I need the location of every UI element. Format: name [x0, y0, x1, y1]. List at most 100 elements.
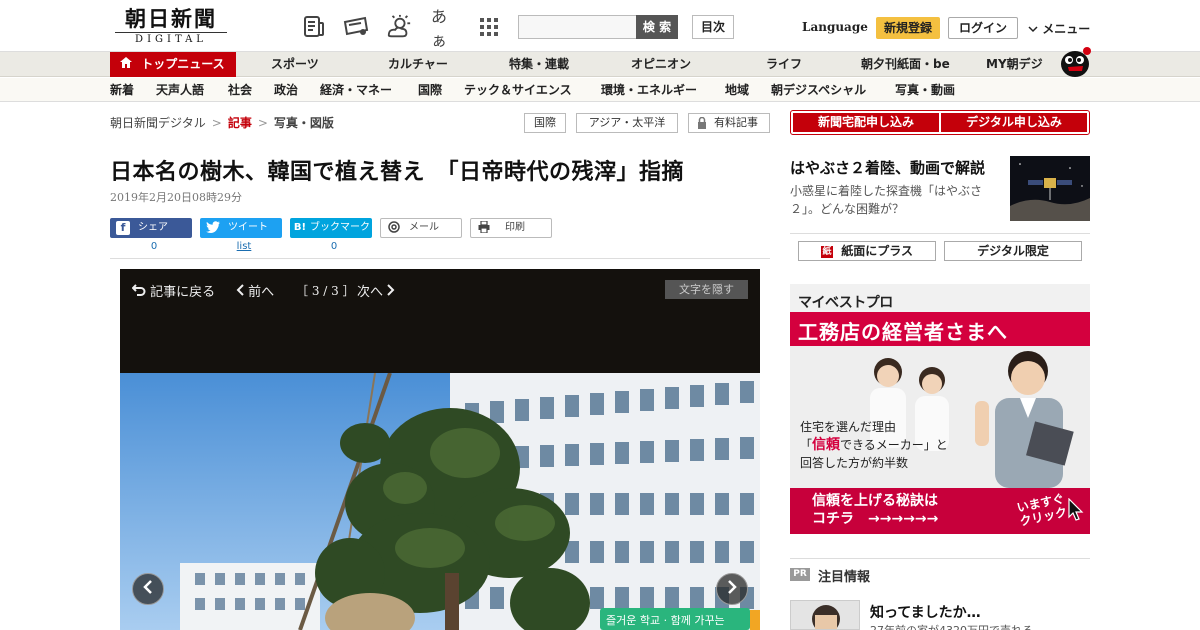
- nav-sub-photo-video[interactable]: 写真・動画: [895, 78, 955, 102]
- tag-paid-article[interactable]: 有料記事: [688, 113, 770, 133]
- photo-page-indicator: ［ 3 / 3 ］: [296, 284, 355, 298]
- breadcrumb-home[interactable]: 朝日新聞デジタル: [110, 116, 206, 130]
- nav-item-opinion[interactable]: オピニオン: [631, 52, 691, 77]
- hatena-bookmark-button[interactable]: B! ブックマーク: [290, 218, 372, 238]
- ad-body-highlight: 信頼: [812, 437, 841, 453]
- nav-item-features[interactable]: 特集・連載: [509, 52, 569, 77]
- secondary-nav: 新着 天声人語 社会 政治 経済・マネー 国際 テック＆サイエンス 環境・エネル…: [0, 78, 1200, 102]
- chevron-right-icon: [727, 579, 737, 598]
- nav-sub-latest[interactable]: 新着: [110, 78, 134, 102]
- mail-icon: [387, 221, 401, 235]
- chevron-left-icon: [143, 579, 153, 598]
- paper-subscription-button[interactable]: 新聞宅配申し込み: [793, 113, 939, 132]
- ad-body-text: 「: [800, 438, 813, 452]
- search-input[interactable]: [518, 15, 636, 39]
- divider: [790, 233, 1090, 234]
- feature-headline[interactable]: はやぶさ２着陸、動画で解説: [790, 157, 985, 178]
- menu-button[interactable]: メニュー: [1028, 20, 1090, 37]
- nav-item-my-asadeji[interactable]: MY朝デジ: [986, 52, 1043, 77]
- twitter-icon: [206, 221, 220, 235]
- nav-sub-international[interactable]: 国際: [418, 78, 442, 102]
- subscription-box: 新聞宅配申し込み デジタル申し込み: [790, 110, 1090, 135]
- pr-badge: PR: [790, 568, 810, 581]
- login-button[interactable]: ログイン: [948, 17, 1018, 39]
- previous-photo-link[interactable]: 前へ: [236, 281, 274, 300]
- facebook-share-label: シェア: [138, 222, 168, 233]
- coupon-icon[interactable]: [343, 14, 369, 40]
- hatena-bookmark-count: 0: [330, 241, 338, 252]
- hide-text-button[interactable]: 文字を隠す: [665, 280, 748, 299]
- mail-label: メール: [409, 222, 439, 233]
- register-button[interactable]: 新規登録: [876, 17, 940, 39]
- feature-description: 小惑星に着陸した探査機「はやぶさ２」。どんな困難が？: [790, 184, 983, 216]
- nav-sub-society[interactable]: 社会: [228, 78, 252, 102]
- chevron-right-icon: [387, 284, 395, 300]
- nav-sub-tensei-jingo[interactable]: 天声人語: [156, 78, 204, 102]
- nav-item-life[interactable]: ライフ: [766, 52, 802, 77]
- twitter-share-count[interactable]: list: [200, 241, 288, 252]
- print-button[interactable]: 印刷: [470, 218, 552, 238]
- logo-title: 朝日新聞: [125, 6, 217, 31]
- tag-paid-label: 有料記事: [714, 116, 758, 129]
- twitter-share-button[interactable]: ツイート: [200, 218, 282, 238]
- grid-menu-icon[interactable]: [476, 14, 502, 40]
- nav-sub-economy[interactable]: 経済・マネー: [320, 78, 392, 102]
- nav-item-sports[interactable]: スポーツ: [271, 52, 319, 77]
- digital-subscription-button[interactable]: デジタル申し込み: [941, 113, 1087, 132]
- breadcrumb-separator: >: [257, 116, 268, 130]
- divider: [790, 558, 1090, 559]
- search-button[interactable]: 検 索: [636, 15, 678, 39]
- ad-cta-line: 信頼を上げる秘訣は: [812, 493, 938, 509]
- facebook-share-button[interactable]: f シェア: [110, 218, 192, 238]
- twitter-share-label: ツイート: [228, 222, 268, 233]
- nav-item-print-edition[interactable]: 朝夕刊紙面・be: [861, 52, 950, 77]
- weather-icon[interactable]: [386, 14, 412, 40]
- nav-item-top-news[interactable]: トップニュース: [110, 52, 236, 77]
- next-photo-label: 次へ: [357, 285, 384, 300]
- back-to-article-link[interactable]: 記事に戻る: [131, 281, 216, 300]
- paper-plus-button[interactable]: 紙 紙面にプラス: [798, 241, 936, 261]
- tag-international[interactable]: 国際: [524, 113, 566, 133]
- cursor-icon: [1068, 497, 1084, 526]
- hatena-icon: B!: [293, 222, 307, 233]
- previous-photo-button[interactable]: [132, 573, 164, 605]
- feature-thumbnail[interactable]: [1010, 156, 1090, 221]
- font-size-icon[interactable]: あぁ: [431, 7, 461, 50]
- newspaper-icon[interactable]: [301, 14, 327, 40]
- nav-sub-local[interactable]: 地域: [725, 78, 749, 102]
- mail-button[interactable]: メール: [380, 218, 462, 238]
- digital-only-button[interactable]: デジタル限定: [944, 241, 1082, 261]
- mascot-icon[interactable]: [1058, 44, 1092, 78]
- table-of-contents-button[interactable]: 目次: [692, 15, 734, 39]
- advertisement-banner[interactable]: マイベストプロ 工務店の経営者さまへ 住宅を選んだ理由 「信頼できるメーカー」と…: [790, 284, 1090, 534]
- article-headline: 日本名の樹木、韓国で植え替え 「日帝時代の残滓」指摘: [110, 159, 685, 185]
- hatena-bookmark-label: ブックマーク: [310, 222, 370, 233]
- next-photo-link[interactable]: 次へ: [357, 281, 395, 300]
- nav-item-culture[interactable]: カルチャー: [388, 52, 448, 77]
- pr-thumbnail[interactable]: [790, 600, 860, 630]
- nav-sub-special[interactable]: 朝デジスペシャル: [771, 78, 866, 102]
- nav-sub-environment[interactable]: 環境・エネルギー: [601, 78, 697, 102]
- nav-sub-politics[interactable]: 政治: [274, 78, 298, 102]
- nav-sub-tech-science[interactable]: テック＆サイエンス: [464, 78, 572, 102]
- language-link[interactable]: Language: [802, 20, 868, 34]
- breadcrumb: 朝日新聞デジタル > 記事 > 写真・図版: [110, 114, 334, 131]
- lock-icon: [697, 116, 707, 135]
- back-to-article-label: 記事に戻る: [150, 285, 216, 300]
- site-header: 朝日新聞 DIGITAL あぁ 検 索 目次 Language 新規登録 ログイ…: [0, 0, 1200, 52]
- chevron-down-icon: [1028, 22, 1042, 36]
- pr-item-title[interactable]: 知ってましたか…: [870, 602, 981, 622]
- print-label: 印刷: [505, 222, 525, 233]
- article-photo: 즐거운 학교 · 함께 가꾸는: [120, 372, 760, 630]
- breadcrumb-section[interactable]: 記事: [228, 116, 252, 130]
- next-photo-button[interactable]: [716, 573, 748, 605]
- article-date: 2019年2月20日08時29分: [110, 191, 242, 204]
- ad-headline: 工務店の経営者さまへ: [798, 320, 1008, 344]
- photo-viewer-toolbar: 記事に戻る 前へ ［ 3 / 3 ］ 次へ 文字を隠す: [120, 269, 760, 373]
- photo-viewer: 記事に戻る 前へ ［ 3 / 3 ］ 次へ 文字を隠す 즐거운 학교 · 함께 …: [120, 269, 760, 630]
- tag-asia-pacific[interactable]: アジア・太平洋: [576, 113, 678, 133]
- ad-body: 住宅を選んだ理由 「信頼できるメーカー」と 回答した方が約半数: [800, 418, 970, 472]
- paper-plus-label: 紙面にプラス: [841, 244, 913, 258]
- site-logo[interactable]: 朝日新聞 DIGITAL: [115, 8, 227, 46]
- breadcrumb-separator: >: [211, 116, 222, 130]
